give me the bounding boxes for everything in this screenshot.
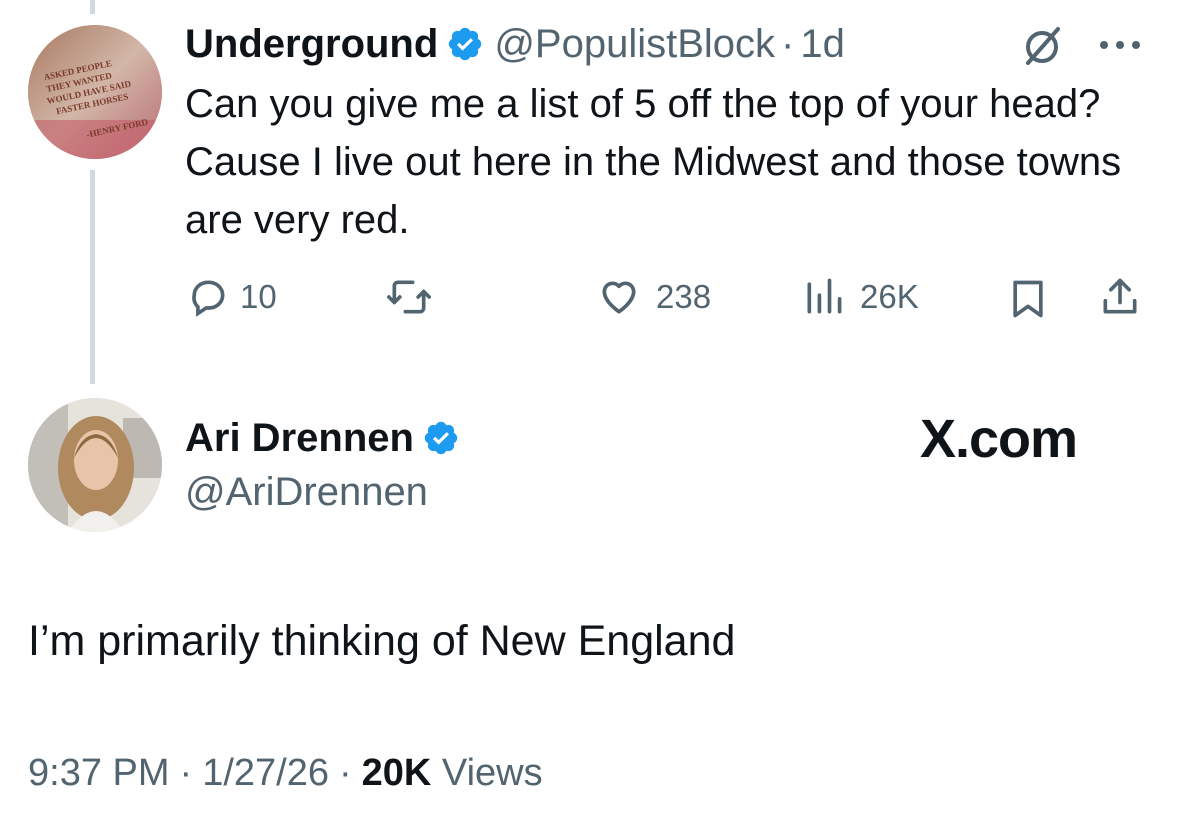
separator-dot: · (338, 752, 352, 794)
reply-button[interactable]: 10 (186, 275, 277, 319)
like-count: 238 (656, 278, 712, 315)
separator-dot: · (179, 752, 193, 794)
author-handle[interactable]: @PopulistBlock (494, 22, 775, 67)
avatar-populistblock[interactable]: ASKED PEOPLE THEY WANTED WOULD HAVE SAID… (28, 25, 162, 159)
tweet-date[interactable]: 1/27/26 (202, 752, 329, 795)
tweet-meta: 9:37 PM · 1/27/26 · 20K Views (28, 752, 543, 795)
thread-line-top (90, 0, 95, 14)
views-button[interactable]: 26K (802, 275, 919, 319)
thread-line (90, 170, 95, 384)
avatar-photo-icon: ASKED PEOPLE THEY WANTED WOULD HAVE SAID… (28, 25, 162, 159)
tweet-text: Can you give me a list of 5 off the top … (185, 82, 1122, 242)
grok-icon[interactable] (1022, 25, 1062, 70)
heart-icon (602, 281, 636, 314)
view-count: 26K (860, 278, 919, 315)
like-button[interactable]: 238 (596, 275, 711, 319)
verified-badge-icon (422, 419, 460, 457)
author-handle[interactable]: @AriDrennen (185, 470, 428, 515)
views-label: Views (441, 752, 543, 794)
share-button[interactable] (1098, 274, 1142, 320)
bookmark-icon (1013, 280, 1043, 318)
reply-text: I’m primarily thinking of New England (28, 617, 736, 665)
avatar-aridrennen[interactable] (28, 398, 162, 532)
verified-badge-icon (446, 25, 484, 63)
author-name[interactable]: Ari Drennen (185, 416, 414, 461)
author-name[interactable]: Underground (185, 22, 438, 67)
views-chart-icon (807, 278, 842, 314)
repost-icon (387, 280, 431, 314)
separator-dot: · (781, 21, 795, 66)
xcom-watermark: X.com (920, 409, 1078, 469)
tweet-header: Underground @PopulistBlock · 1d (185, 18, 845, 70)
reply-icon (192, 280, 225, 317)
tweet-time[interactable]: 9:37 PM (28, 752, 170, 795)
reply-header: Ari Drennen (185, 412, 460, 464)
time-ago[interactable]: 1d (800, 22, 845, 67)
more-options-icon[interactable] (1098, 38, 1142, 56)
bookmark-button[interactable] (1008, 277, 1048, 321)
views-count: 20K (361, 752, 432, 794)
reply-count: 10 (240, 278, 277, 315)
share-icon (1103, 278, 1137, 314)
avatar-photo-icon (28, 398, 162, 532)
repost-button[interactable] (385, 275, 433, 319)
